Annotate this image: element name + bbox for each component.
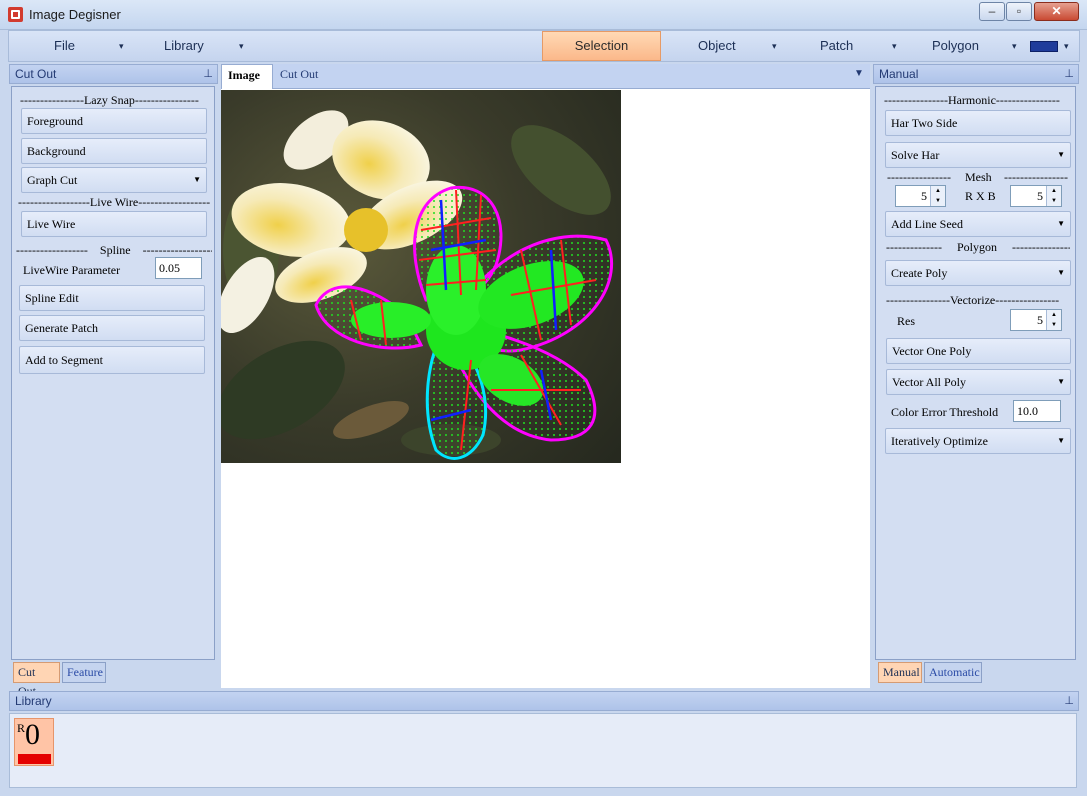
library-panel-title: Library (15, 694, 52, 708)
library-item-number: 0 (25, 718, 40, 751)
generate-patch-button[interactable]: Generate Patch (19, 315, 205, 341)
solve-har-dropdown-icon[interactable]: ▼ (1057, 143, 1065, 167)
spline-edit-button[interactable]: Spline Edit (19, 285, 205, 311)
menu-bar: File ▾ Library ▾ Selection Object ▾ Patc… (8, 30, 1080, 62)
menu-patch[interactable]: Patch (820, 31, 853, 61)
cutout-panel-header: Cut Out ⊥ (9, 64, 218, 84)
pin-icon[interactable]: ⊥ (203, 65, 213, 84)
solve-har-button[interactable]: Solve Har ▼ (885, 142, 1071, 168)
mesh-rows-stepper[interactable]: 5 ▲ ▼ (895, 185, 946, 207)
foreground-button[interactable]: Foreground (21, 108, 207, 134)
cutout-panel: ----------------Lazy Snap---------------… (11, 86, 215, 660)
mesh-bands-stepper[interactable]: 5 ▲ ▼ (1010, 185, 1062, 207)
create-poly-dropdown-icon[interactable]: ▼ (1057, 261, 1065, 285)
library-item[interactable]: R 0 (14, 718, 54, 766)
flower-image[interactable] (221, 90, 621, 463)
library-dropdown-icon[interactable]: ▾ (239, 31, 244, 61)
tab-image[interactable]: Image (221, 64, 273, 89)
stepper-arrows-icon[interactable]: ▲ ▼ (1046, 186, 1061, 206)
mesh-rows-value: 5 (921, 189, 927, 203)
color-error-threshold-input[interactable]: 10.0 (1013, 400, 1061, 422)
solve-har-label: Solve Har (891, 148, 940, 162)
tab-automatic[interactable]: Automatic (924, 662, 982, 683)
live-wire-parameter-label: LiveWire Parameter (23, 263, 121, 277)
graph-cut-button[interactable]: Graph Cut ▼ (21, 167, 207, 193)
stepper-arrows-icon[interactable]: ▲ ▼ (930, 186, 945, 206)
mesh-label: Mesh (965, 170, 992, 184)
library-item-letter: R (17, 721, 26, 735)
window-title: Image Degisner (29, 7, 121, 22)
vector-one-poly-button[interactable]: Vector One Poly (886, 338, 1071, 364)
menu-library[interactable]: Library (164, 31, 204, 61)
manual-panel-title: Manual (879, 67, 919, 81)
mesh-divider-right: ---------------- (1004, 170, 1068, 184)
menu-polygon[interactable]: Polygon (932, 31, 979, 61)
minimize-button[interactable]: – (979, 2, 1005, 21)
add-line-seed-button[interactable]: Add Line Seed ▼ (885, 211, 1071, 237)
tab-feature[interactable]: Feature (62, 662, 106, 683)
polygon-dropdown-icon[interactable]: ▾ (1012, 31, 1017, 61)
live-wire-button[interactable]: Live Wire (21, 211, 207, 237)
library-panel-header: Library ⊥ (9, 691, 1079, 711)
image-canvas[interactable] (221, 89, 870, 688)
file-dropdown-icon[interactable]: ▾ (119, 31, 124, 61)
lazy-snap-divider: ----------------Lazy Snap---------------… (20, 93, 199, 107)
iteratively-optimize-button[interactable]: Iteratively Optimize ▼ (885, 428, 1071, 454)
res-value: 5 (1037, 313, 1043, 327)
res-label: Res (897, 314, 915, 328)
mesh-divider-left: ---------------- (887, 170, 951, 184)
color-dropdown-icon[interactable]: ▾ (1064, 31, 1069, 61)
vector-all-poly-label: Vector All Poly (892, 375, 966, 389)
iteratively-optimize-label: Iteratively Optimize (891, 434, 988, 448)
cutout-panel-title: Cut Out (15, 67, 57, 81)
har-two-side-button[interactable]: Har Two Side (885, 110, 1071, 136)
pin-icon[interactable]: ⊥ (1064, 692, 1074, 711)
app-icon (8, 7, 23, 22)
res-stepper[interactable]: 5 ▲ ▼ (1010, 309, 1062, 331)
harmonic-divider: ----------------Harmonic---------------- (884, 93, 1060, 107)
mesh-bands-value: 5 (1037, 189, 1043, 203)
pin-icon[interactable]: ⊥ (1064, 65, 1074, 84)
spline-divider: ------------------ Spline --------------… (16, 243, 212, 257)
tab-cut-out-document[interactable]: Cut Out (280, 67, 318, 82)
create-poly-button[interactable]: Create Poly ▼ (885, 260, 1071, 286)
manual-panel: ----------------Harmonic----------------… (875, 86, 1076, 660)
add-line-seed-label: Add Line Seed (891, 217, 963, 231)
vector-all-poly-button[interactable]: Vector All Poly ▼ (886, 369, 1071, 395)
rxb-label: R X B (965, 189, 996, 203)
patch-dropdown-icon[interactable]: ▾ (892, 31, 897, 61)
document-tab-strip: Image Cut Out ▼ (221, 64, 870, 89)
menu-file[interactable]: File (54, 31, 75, 61)
menu-selection[interactable]: Selection (542, 31, 661, 61)
maximize-button[interactable]: ▫ (1006, 2, 1032, 21)
iteratively-optimize-dropdown-icon[interactable]: ▼ (1057, 429, 1065, 453)
library-item-color-bar (18, 754, 51, 764)
object-dropdown-icon[interactable]: ▾ (772, 31, 777, 61)
tab-manual[interactable]: Manual (878, 662, 922, 683)
create-poly-label: Create Poly (891, 266, 948, 280)
title-bar: Image Degisner – ▫ ✕ (0, 0, 1087, 30)
library-panel: R 0 (9, 713, 1077, 788)
live-wire-divider: ------------------Live Wire-------------… (18, 195, 210, 209)
manual-panel-header: Manual ⊥ (873, 64, 1079, 84)
background-button[interactable]: Background (21, 138, 207, 164)
vector-all-poly-dropdown-icon[interactable]: ▼ (1057, 370, 1065, 394)
document-menu-icon[interactable]: ▼ (854, 68, 864, 79)
graph-cut-label: Graph Cut (27, 173, 78, 187)
add-to-segment-button[interactable]: Add to Segment (19, 346, 205, 374)
add-line-seed-dropdown-icon[interactable]: ▼ (1057, 212, 1065, 236)
vectorize-divider: ----------------Vectorize---------------… (886, 293, 1060, 307)
color-error-threshold-label: Color Error Threshold (891, 405, 999, 419)
tab-cut-out[interactable]: Cut Out (13, 662, 60, 698)
menu-object[interactable]: Object (698, 31, 736, 61)
close-button[interactable]: ✕ (1034, 2, 1079, 21)
stepper-arrows-icon[interactable]: ▲ ▼ (1046, 310, 1061, 330)
polygon-divider: -------------- Polygon ---------------- (886, 240, 1070, 254)
live-wire-parameter-input[interactable]: 0.05 (155, 257, 202, 279)
polygon-color-swatch[interactable] (1030, 41, 1058, 52)
graph-cut-dropdown-icon[interactable]: ▼ (193, 168, 201, 192)
